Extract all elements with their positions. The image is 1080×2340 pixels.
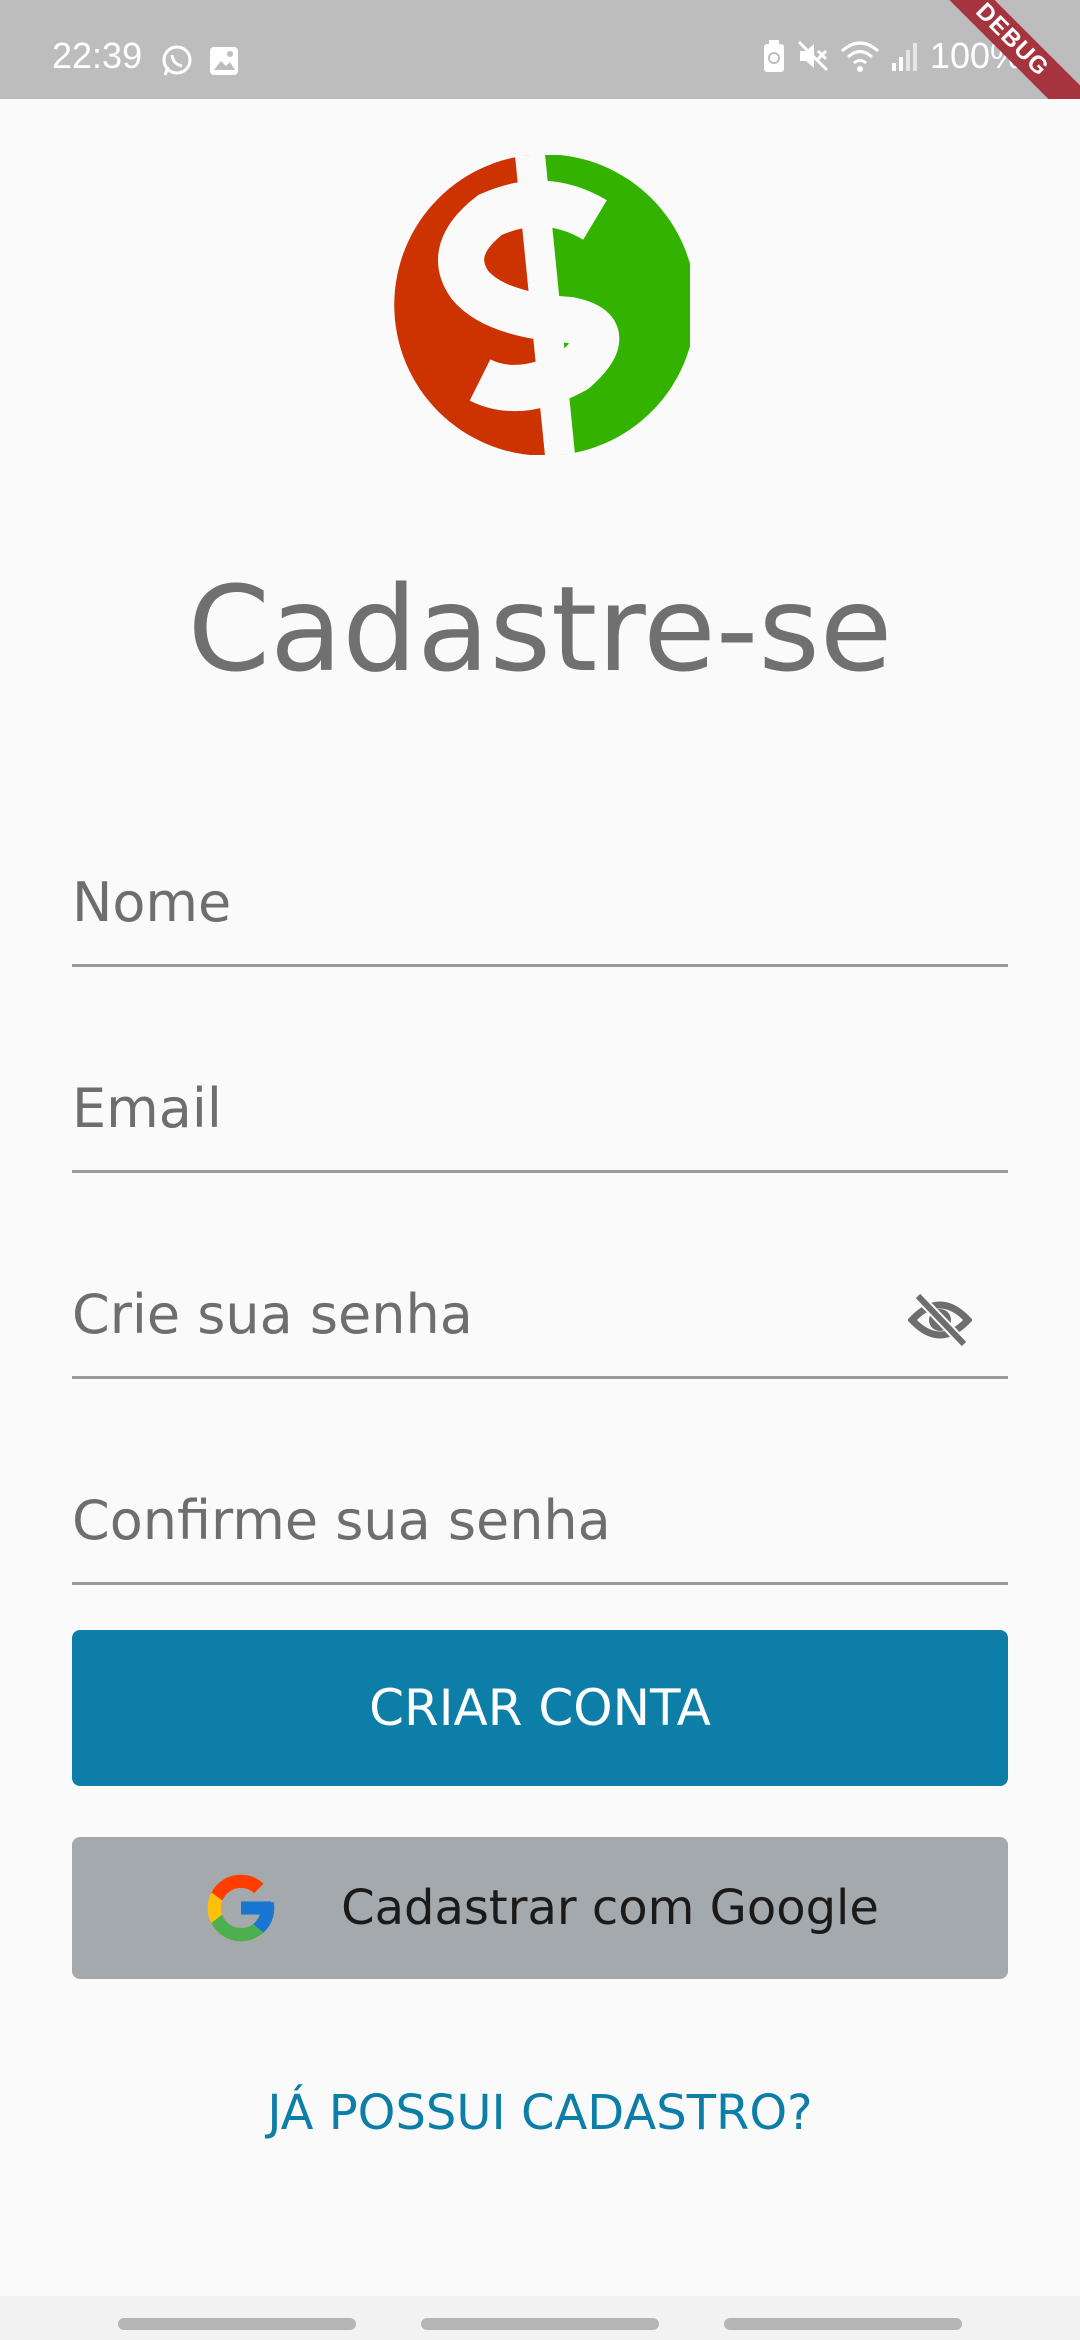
confirm-password-field-label: Confirme sua senha xyxy=(72,1489,611,1552)
image-icon xyxy=(210,47,238,75)
nav-back-button[interactable] xyxy=(724,2318,962,2330)
status-time: 22:39 xyxy=(52,35,143,76)
email-field[interactable]: Email xyxy=(72,1052,1008,1173)
nav-recent-button[interactable] xyxy=(118,2318,356,2330)
status-right: 100% xyxy=(762,38,1022,74)
email-field-label: Email xyxy=(72,1077,222,1140)
confirm-password-field[interactable]: Confirme sua senha xyxy=(72,1464,1008,1585)
signal-icon xyxy=(891,43,917,71)
status-left-icons xyxy=(160,44,240,78)
password-field-label: Crie sua senha xyxy=(72,1283,473,1346)
create-account-button[interactable]: CRIAR CONTA xyxy=(72,1630,1008,1786)
navigation-bar xyxy=(0,2296,1080,2340)
google-signup-label: Cadastrar com Google xyxy=(341,1880,879,1936)
battery-saver-icon xyxy=(763,40,784,72)
wifi-icon xyxy=(840,41,879,72)
eye-off-icon[interactable] xyxy=(908,1292,972,1348)
page-title: Cadastre-se xyxy=(187,560,893,698)
name-field-label: Nome xyxy=(72,871,232,934)
google-icon xyxy=(207,1874,275,1942)
password-field[interactable]: Crie sua senha xyxy=(72,1258,1008,1379)
google-signup-button[interactable]: Cadastrar com Google xyxy=(72,1837,1008,1979)
already-registered-link[interactable]: JÁ POSSUI CADASTRO? xyxy=(0,2085,1080,2141)
dollar-logo-icon xyxy=(394,155,690,455)
name-field[interactable]: Nome xyxy=(72,846,1008,967)
nav-home-button[interactable] xyxy=(421,2318,659,2330)
mute-icon xyxy=(797,40,828,72)
create-account-label: CRIAR CONTA xyxy=(369,1679,711,1737)
whatsapp-icon xyxy=(162,45,192,76)
status-bar: 22:39 100% DEBUG xyxy=(0,0,1080,99)
